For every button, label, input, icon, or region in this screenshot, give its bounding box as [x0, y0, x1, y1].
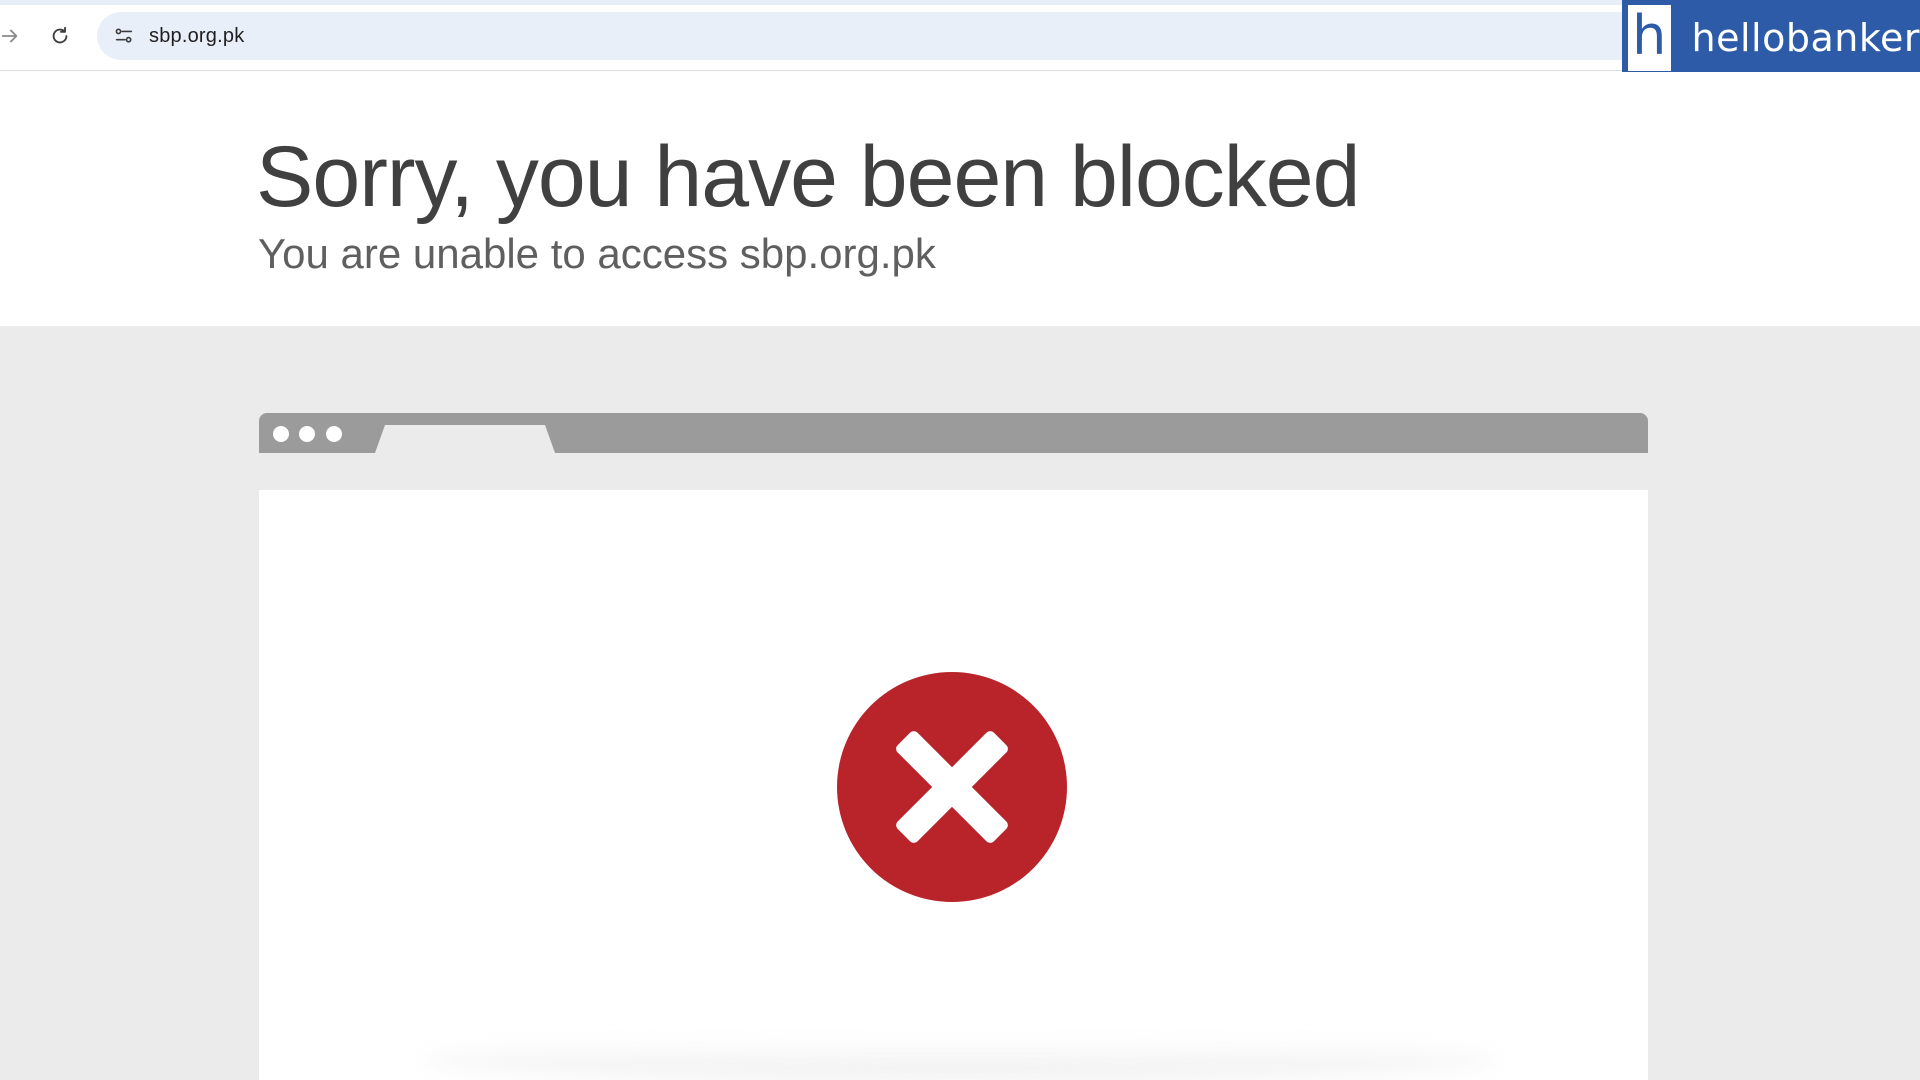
illustration-window-bar [259, 413, 1648, 453]
brand-mark-letter: h [1632, 4, 1667, 67]
brand-mark: h [1625, 2, 1674, 74]
brand-logo: h hellobanker [1622, 0, 1920, 76]
address-bar[interactable]: sbp.org.pk [97, 12, 1657, 60]
window-dot-icon [299, 426, 315, 442]
page-header: Sorry, you have been blocked You are una… [0, 72, 1920, 326]
page-subtitle: You are unable to access sbp.org.pk [258, 230, 936, 277]
reload-button[interactable] [44, 20, 76, 52]
reload-icon [52, 26, 68, 44]
arrow-right-icon [1, 29, 18, 43]
forward-button[interactable] [0, 20, 26, 52]
tune-icon [115, 28, 133, 43]
site-info-button[interactable] [109, 21, 139, 51]
brand-name: hellobanker [1691, 16, 1920, 60]
illustration-tab [375, 425, 555, 453]
window-dot-icon [326, 426, 342, 442]
page-shadow [420, 1040, 1500, 1080]
url-text[interactable]: sbp.org.pk [149, 25, 244, 48]
window-dot-icon [273, 426, 289, 442]
x-circle-icon [837, 672, 1067, 902]
page-title: Sorry, you have been blocked [256, 129, 1360, 225]
